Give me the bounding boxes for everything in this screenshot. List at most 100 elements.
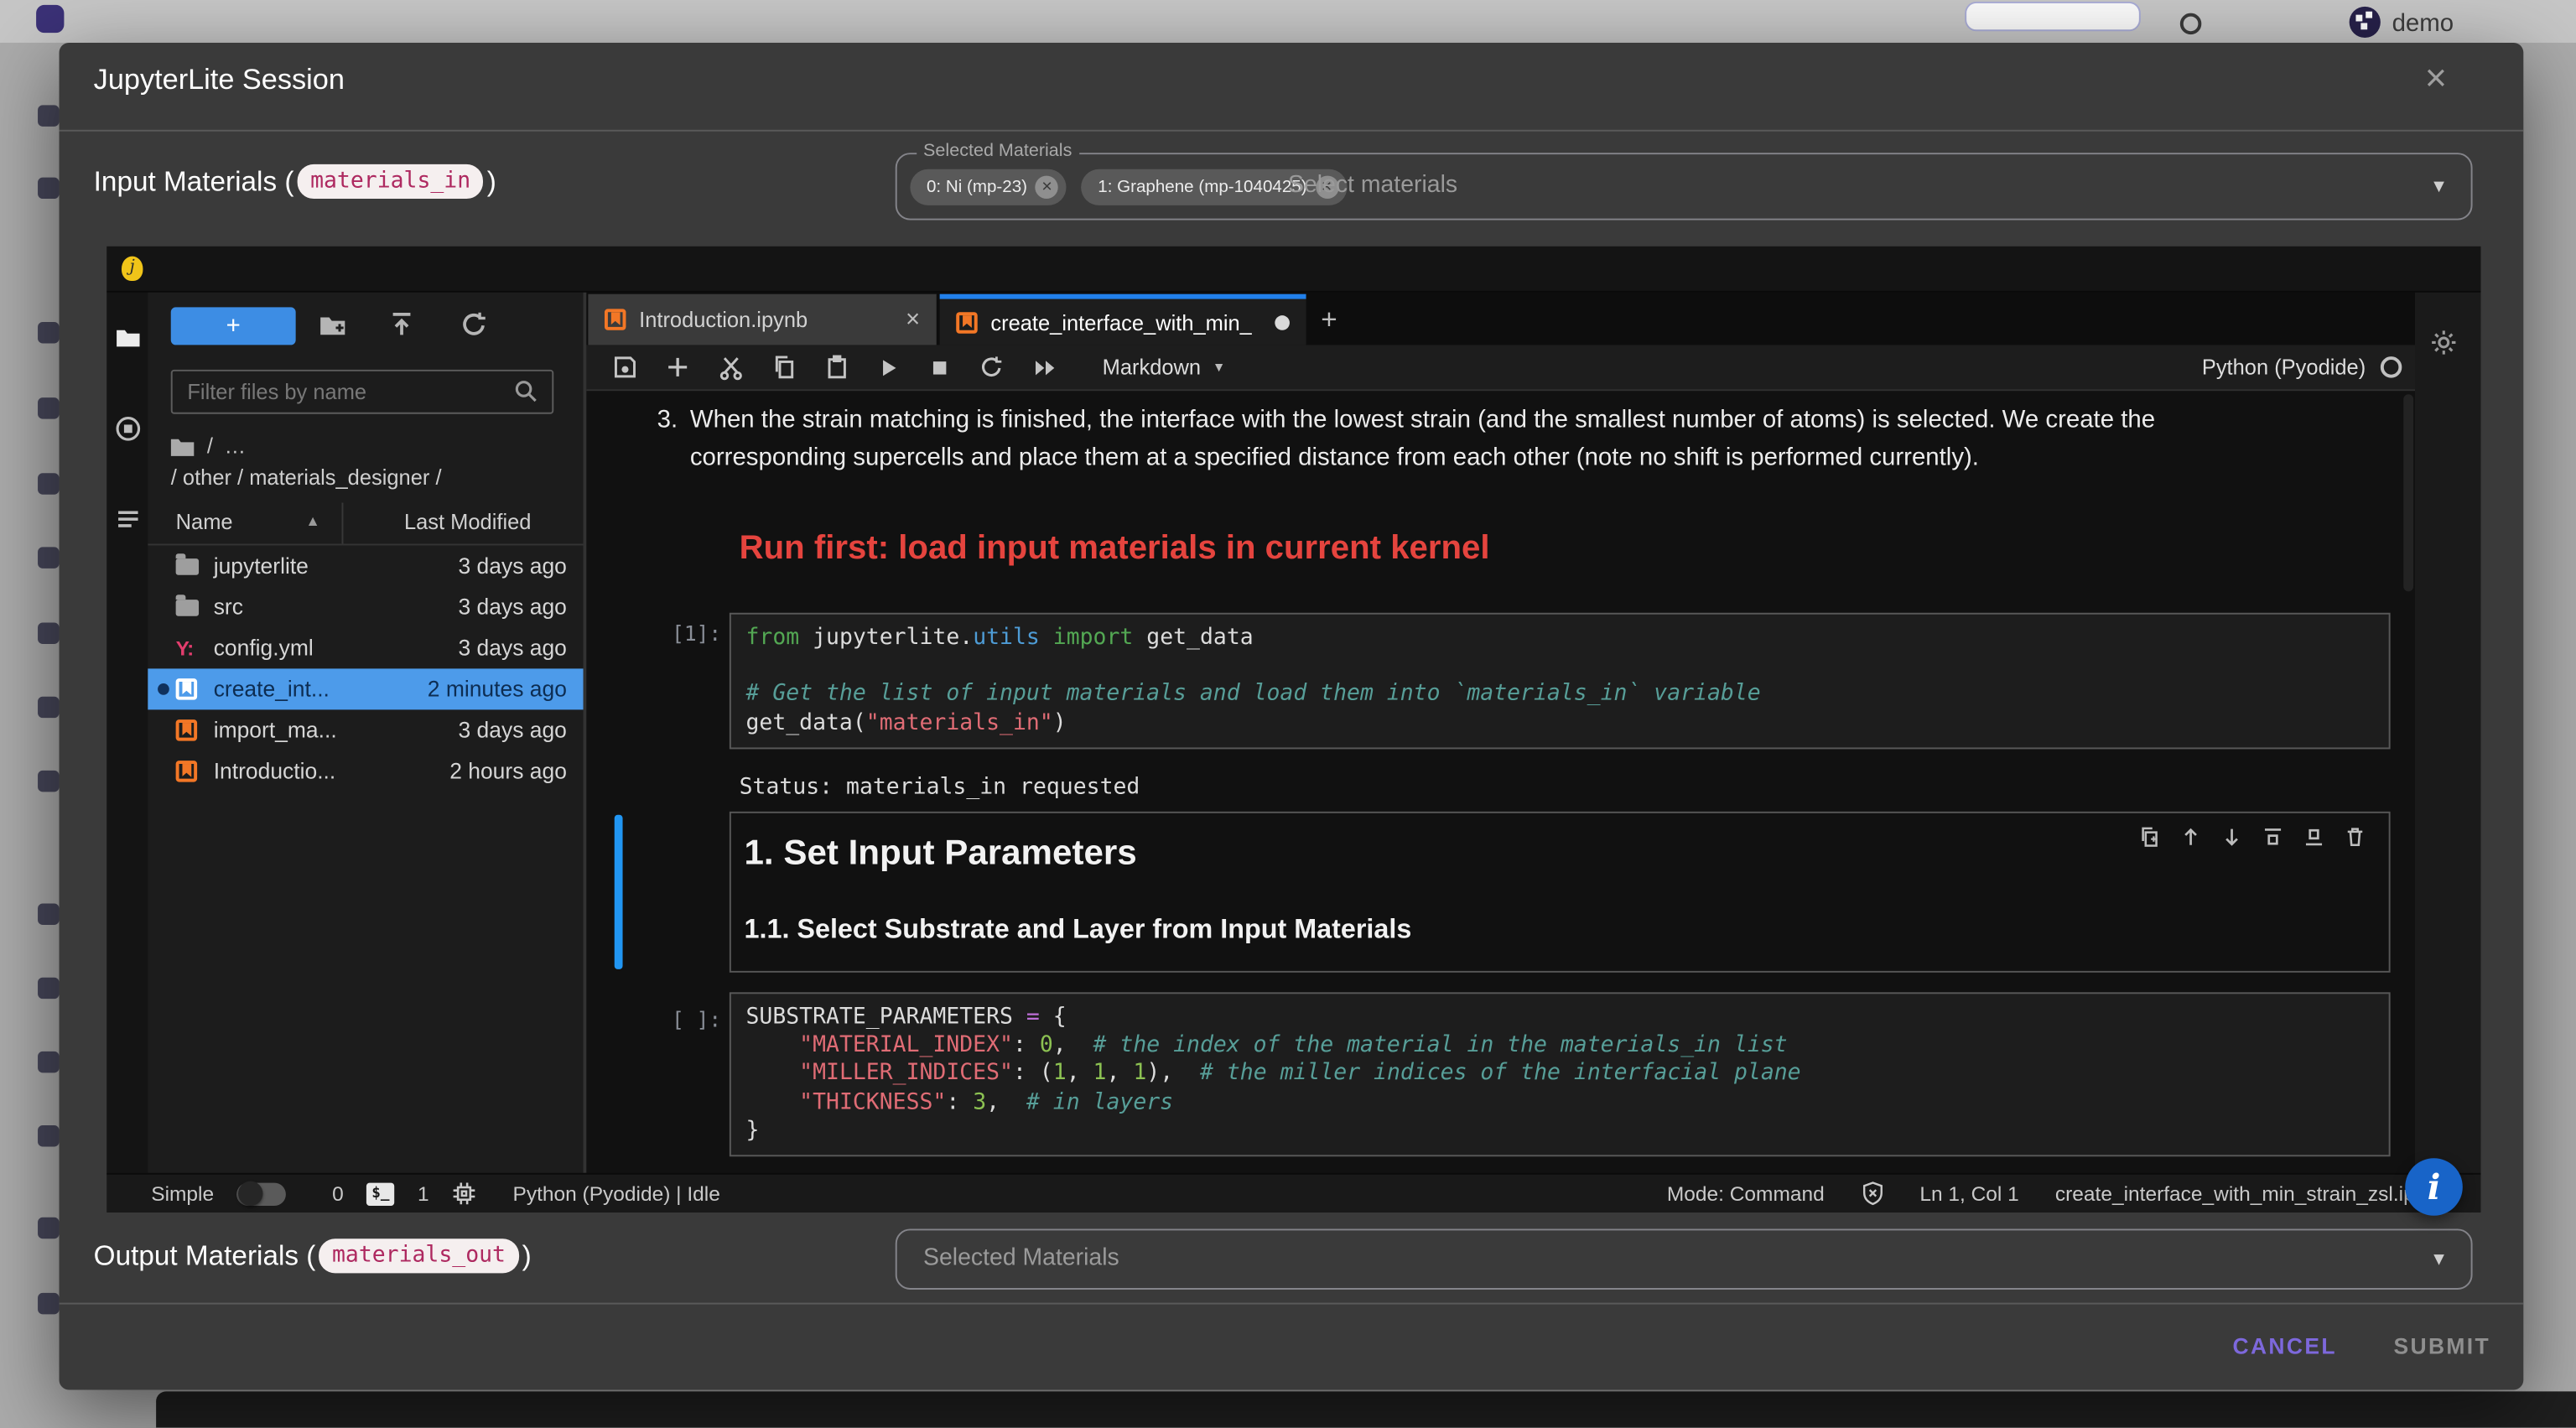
sort-asc-icon: ▲ xyxy=(305,512,319,529)
table-of-contents-icon[interactable] xyxy=(115,506,141,532)
file-name: Introductio... xyxy=(214,759,336,783)
output-materials-select[interactable]: Selected Materials ▼ xyxy=(896,1228,2473,1289)
notebook-pane: Introduction.ipynb × create_interface_wi… xyxy=(586,293,2415,1173)
material-chip-label: 1: Graphene (mp-1040425) xyxy=(1098,178,1306,198)
save-icon[interactable] xyxy=(613,355,637,379)
delete-cell-icon[interactable] xyxy=(2345,826,2366,847)
breadcrumb-path[interactable]: / other / materials_designer / xyxy=(171,465,442,489)
jupyter-statusbar: Simple 0 $_ 1 Python (Pyodide) | Idle Mo… xyxy=(106,1173,2480,1213)
cell-type-dropdown[interactable]: Markdown ▼ xyxy=(1103,355,1226,379)
file-modified: 3 days ago xyxy=(458,718,566,742)
move-cell-down-icon[interactable] xyxy=(2221,826,2242,847)
terminal-icon[interactable]: $_ xyxy=(366,1182,394,1205)
file-modified: 2 hours ago xyxy=(449,759,567,783)
activity-bar xyxy=(106,293,148,1173)
cell-prompt: [1]: xyxy=(652,621,721,646)
jupyterlab-frame: j xyxy=(106,247,2480,1213)
chevron-down-icon: ▼ xyxy=(1213,360,1226,375)
dialog-title: JupyterLite Session xyxy=(94,62,345,96)
background-search-input[interactable] xyxy=(1965,2,2141,31)
materials-out-chip: materials_out xyxy=(319,1238,518,1273)
cut-icon[interactable] xyxy=(718,354,744,380)
insert-cell-above-icon[interactable] xyxy=(2262,826,2283,847)
stop-icon[interactable] xyxy=(928,356,951,378)
file-modified: 3 days ago xyxy=(458,553,566,578)
markdown-h1: 1. Set Input Parameters xyxy=(745,833,1137,874)
tab-introduction[interactable]: Introduction.ipynb × xyxy=(588,294,936,345)
submit-button[interactable]: SUBMIT xyxy=(2394,1334,2491,1358)
file-icon xyxy=(176,558,199,575)
app-logo xyxy=(36,5,64,33)
file-row[interactable]: src 3 days ago xyxy=(148,586,583,627)
add-tab-icon[interactable]: + xyxy=(1306,294,1353,345)
markdown-heading-red: Run first: load input materials in curre… xyxy=(740,529,1490,569)
input-materials-select[interactable]: Selected Materials 0: Ni (mp-23) × 1: Gr… xyxy=(896,153,2473,220)
notebook-icon xyxy=(605,309,626,330)
tab-create-interface[interactable]: create_interface_with_min_ xyxy=(940,294,1306,345)
breadcrumb-ellipsis[interactable]: … xyxy=(225,434,247,458)
material-chip[interactable]: 0: Ni (mp-23) × xyxy=(910,169,1067,205)
gear-icon[interactable] xyxy=(2430,329,2458,356)
notebook-content: 3. When the strain matching is finished,… xyxy=(586,391,2415,1173)
code-cell-2[interactable]: SUBSTRATE_PARAMETERS = { "MATERIAL_INDEX… xyxy=(730,992,2391,1156)
duplicate-cell-icon[interactable] xyxy=(2139,826,2160,847)
file-row[interactable]: Y: config.yml 3 days ago xyxy=(148,627,583,668)
cell-prompt: [ ]: xyxy=(652,1007,721,1031)
file-row[interactable]: create_int... 2 minutes ago xyxy=(148,668,583,709)
run-icon[interactable] xyxy=(877,356,900,378)
file-modified: 3 days ago xyxy=(458,636,566,660)
file-row[interactable]: Introductio... 2 hours ago xyxy=(148,750,583,792)
file-row[interactable]: jupyterlite 3 days ago xyxy=(148,545,583,586)
insert-cell-below-icon[interactable] xyxy=(2303,826,2324,847)
output-materials-label: Output Materials (materials_out) xyxy=(94,1238,532,1273)
search-icon[interactable] xyxy=(2180,13,2201,34)
cancel-button[interactable]: CANCEL xyxy=(2233,1334,2337,1358)
file-name: create_int... xyxy=(214,677,330,701)
file-row[interactable]: import_ma... 3 days ago xyxy=(148,709,583,750)
cell-toolbar xyxy=(2139,826,2366,847)
new-folder-icon[interactable] xyxy=(319,312,346,340)
selected-cell-bar xyxy=(615,815,623,969)
column-name[interactable]: Name xyxy=(176,509,233,533)
filter-files-input[interactable] xyxy=(171,370,553,414)
kernel-name[interactable]: Python (Pyodide) xyxy=(2202,355,2366,379)
kernel-status-icon[interactable] xyxy=(2381,356,2402,377)
screen: demo JupyterLite Session × Input Materia… xyxy=(0,0,2576,1428)
column-last-modified[interactable]: Last Modified xyxy=(404,509,532,533)
upload-icon[interactable] xyxy=(387,310,415,338)
markdown-paragraph: 3. When the strain matching is finished,… xyxy=(657,401,2264,476)
markdown-cell-selected[interactable]: 1. Set Input Parameters 1.1. Select Subs… xyxy=(730,812,2391,973)
copy-icon[interactable] xyxy=(772,355,797,379)
run-all-icon[interactable] xyxy=(1031,356,1059,378)
insert-cell-icon[interactable] xyxy=(665,355,689,379)
running-kernels-icon[interactable] xyxy=(115,416,141,442)
file-icon xyxy=(176,761,197,782)
kernels-count: 1 xyxy=(418,1182,429,1205)
filebrowser-tab-icon[interactable] xyxy=(115,325,141,351)
shield-icon[interactable] xyxy=(1861,1181,1883,1206)
command-mode-label[interactable]: Mode: Command xyxy=(1667,1182,1825,1205)
code-cell-1[interactable]: from jupyterlite.utils import get_data #… xyxy=(730,613,2391,750)
file-name: jupyterlite xyxy=(214,553,309,578)
chevron-down-icon[interactable]: ▼ xyxy=(2430,1249,2448,1270)
restart-kernel-icon[interactable] xyxy=(979,355,1004,379)
kernel-status-text[interactable]: Python (Pyodide) | Idle xyxy=(513,1182,720,1205)
avatar[interactable] xyxy=(2350,7,2381,38)
tab-close-icon[interactable]: × xyxy=(906,305,920,333)
kernel-chip-icon[interactable] xyxy=(452,1181,476,1206)
refresh-icon[interactable] xyxy=(460,310,488,338)
paste-icon[interactable] xyxy=(825,355,849,379)
breadcrumb-root[interactable]: / xyxy=(207,434,213,458)
chip-delete-icon[interactable]: × xyxy=(1036,176,1058,199)
new-launcher-button[interactable]: + xyxy=(171,307,296,345)
simple-mode-toggle[interactable] xyxy=(237,1182,287,1205)
notebook-icon xyxy=(956,311,977,332)
cursor-position[interactable]: Ln 1, Col 1 xyxy=(1919,1182,2018,1205)
username-label: demo xyxy=(2392,10,2454,38)
close-icon[interactable]: × xyxy=(2425,60,2447,97)
select-legend: Selected Materials xyxy=(917,141,1078,161)
chevron-down-icon[interactable]: ▼ xyxy=(2430,177,2448,197)
notebook-scrollbar[interactable] xyxy=(2403,394,2413,591)
info-button[interactable]: i xyxy=(2405,1158,2463,1216)
move-cell-up-icon[interactable] xyxy=(2180,826,2201,847)
